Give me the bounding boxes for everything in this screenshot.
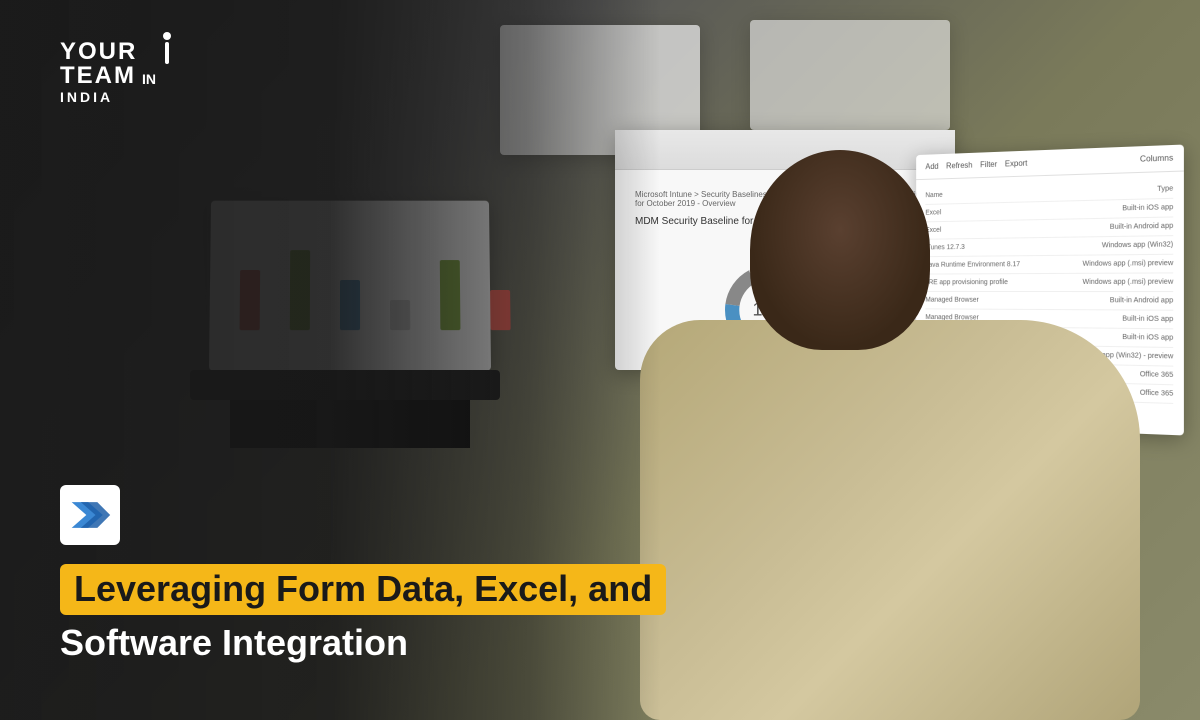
logo-line3: INDIA [60, 90, 156, 104]
table-row: Managed BrowserBuilt-in Android app [925, 292, 1173, 311]
columns-button: Columns [1140, 153, 1173, 163]
col-type: Type [1157, 185, 1173, 193]
logo-line1: YOUR [60, 40, 156, 64]
person-foreground [640, 320, 1140, 720]
export-button: Export [1005, 159, 1028, 169]
table-row: JRE app provisioning profileWindows app … [925, 273, 1173, 292]
add-button: Add [925, 162, 938, 171]
table-row: Java Runtime Environment 8.17Windows app… [925, 255, 1173, 275]
person-head [750, 150, 930, 350]
logo-suffix: IN [142, 72, 156, 86]
background-monitor [750, 20, 950, 130]
filter-button: Filter [980, 160, 997, 169]
col-name: Name [925, 192, 942, 199]
headline: Leveraging Form Data, Excel, and Softwar… [60, 562, 666, 670]
logo-line2: TEAM [60, 64, 136, 88]
azure-header [615, 130, 955, 170]
refresh-button: Refresh [946, 161, 972, 171]
table-row: iTunes 12.7.3Windows app (Win32) [925, 236, 1173, 257]
logo: YOUR TEAM IN INDIA [60, 40, 156, 104]
logo-figure-icon [158, 32, 176, 72]
headline-line1: Leveraging Form Data, Excel, and [60, 564, 666, 615]
headline-line2: Software Integration [60, 618, 408, 667]
power-automate-icon [60, 485, 120, 545]
